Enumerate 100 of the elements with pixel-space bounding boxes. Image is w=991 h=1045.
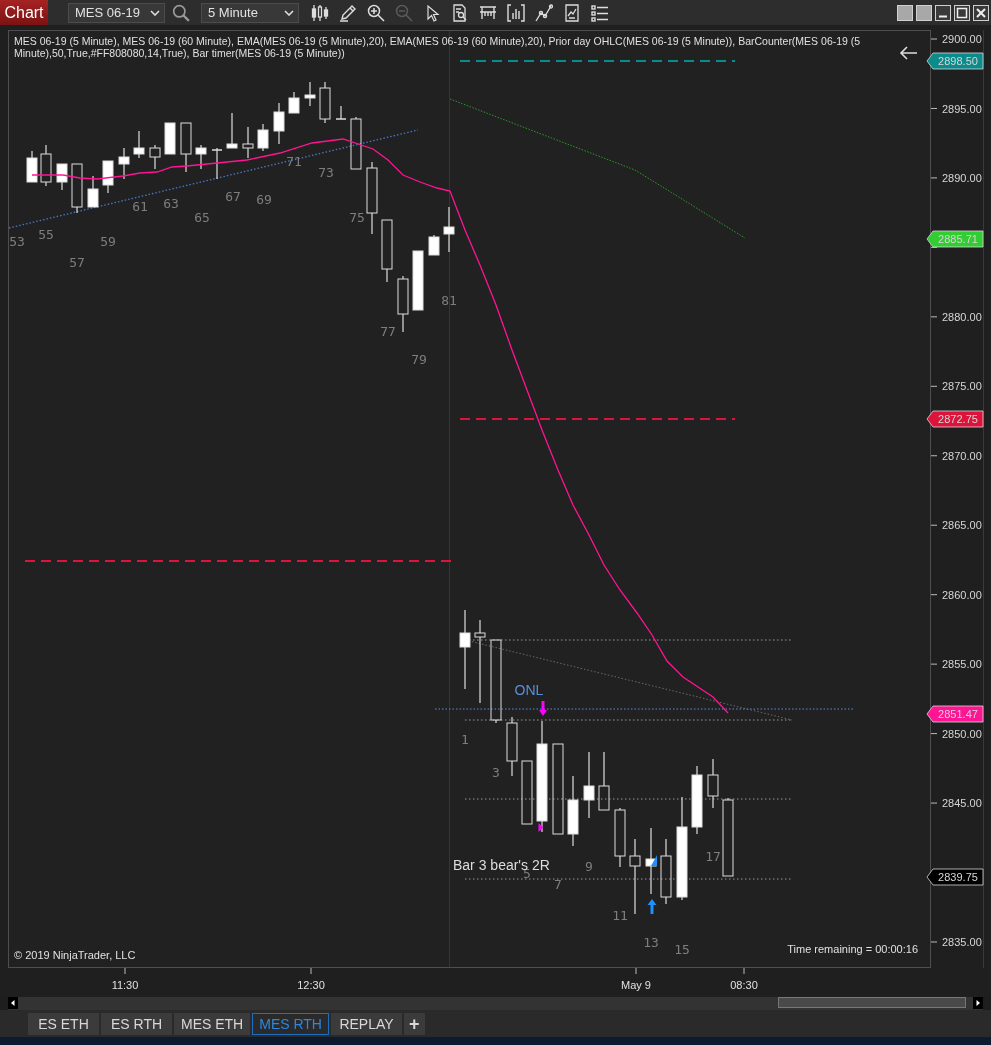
- candlestick: [428, 234, 440, 256]
- scrollbar-thumb[interactable]: [778, 997, 966, 1008]
- candlestick: [87, 175, 99, 208]
- candlestick: [350, 116, 362, 170]
- document-search-icon[interactable]: [451, 3, 469, 22]
- bar-count-label: 75: [349, 210, 365, 225]
- left-arrow-icon[interactable]: [8, 997, 18, 1009]
- time-axis-label: 08:30: [730, 979, 758, 991]
- price-axis-label: 2875.00: [942, 380, 982, 393]
- price-axis-label: 2900.00: [942, 33, 982, 45]
- bar-count-label: 53: [9, 234, 25, 249]
- chart-button[interactable]: Chart: [0, 0, 48, 25]
- price-axis-label: 2850.00: [942, 727, 982, 740]
- bar-count-label: 71: [286, 154, 302, 169]
- square-icon[interactable]: [897, 4, 913, 21]
- candlestick: [691, 765, 703, 835]
- candlestick: [319, 81, 331, 124]
- search-icon[interactable]: [172, 3, 190, 22]
- price-axis-label: 2870.00: [942, 449, 982, 462]
- list-icon[interactable]: [591, 3, 609, 22]
- candlestick: [521, 760, 533, 825]
- candlestick: [26, 150, 38, 183]
- candlestick: [583, 751, 595, 819]
- pencil-icon[interactable]: [339, 3, 357, 22]
- candlestick: [335, 105, 347, 120]
- add-tab-button[interactable]: +: [404, 1012, 425, 1035]
- scrollbar[interactable]: [8, 997, 983, 1010]
- down-arrow-icon: [539, 701, 547, 716]
- bar-count-label: 69: [256, 192, 272, 207]
- candlestick: [567, 775, 579, 847]
- chart-tab[interactable]: MES RTH: [252, 1012, 329, 1035]
- price-axis-label: 2855.00: [942, 658, 982, 671]
- triangle-marker-icon: [651, 855, 657, 866]
- bar-count-label: 13: [643, 935, 659, 950]
- candlestick: [102, 160, 114, 194]
- candlestick: [660, 838, 672, 905]
- candlestick: [164, 122, 176, 155]
- line-chart-icon[interactable]: [535, 3, 553, 22]
- candlestick: [149, 144, 161, 170]
- price-axis-label: 2895.00: [942, 102, 982, 115]
- ruler-lines-icon[interactable]: [479, 3, 497, 22]
- candlestick: [614, 807, 626, 868]
- price-badge-value: 2885.71: [938, 233, 978, 245]
- instrument-dropdown[interactable]: MES 06-19: [68, 2, 165, 23]
- time-remaining-text: Time remaining = 00:00:16: [787, 943, 918, 955]
- bar-count-label: 67: [225, 189, 241, 204]
- candlestick: [397, 275, 409, 333]
- price-axis-label: 2865.00: [942, 519, 982, 532]
- bar-count-label: 3: [492, 765, 500, 780]
- candlestick: [118, 147, 130, 180]
- chart-tab[interactable]: ES RTH: [101, 1012, 172, 1035]
- price-axis-label: 2835.00: [942, 936, 982, 948]
- bar-count-label: 77: [380, 324, 396, 339]
- back-arrow-icon[interactable]: [899, 46, 918, 60]
- candlestick-icon[interactable]: [311, 3, 329, 22]
- close-icon[interactable]: [973, 4, 989, 21]
- indicator-legend: MES 06-19 (5 Minute), MES 06-19 (60 Minute), EMA(MES 06-19 (5 Minute),20), EMA(MES 06-19 (60 Minute),20), Prior day OHLC(MES 06-19 (5 Minute)), BarCounter(MES 06-19 (5 Minute),50,True,#FF808080,14,True), Bar timer(MES 06-19 (5 Minute)): [14, 35, 876, 59]
- candlestick: [226, 112, 238, 149]
- bar-count-label: 11: [612, 908, 628, 923]
- bar-count-label: 81: [441, 293, 457, 308]
- caret-icon: [284, 9, 294, 16]
- minimize-icon[interactable]: [935, 4, 951, 21]
- candlestick: [71, 163, 83, 214]
- bar-count-label: 17: [705, 849, 721, 864]
- triangle-marker-icon: [538, 823, 544, 832]
- candlestick: [288, 91, 300, 114]
- time-axis-label: May 9: [621, 979, 651, 991]
- square-icon[interactable]: [916, 4, 932, 21]
- candlestick: [133, 130, 145, 159]
- bar-count-label: 73: [318, 165, 334, 180]
- right-arrow-icon[interactable]: [973, 997, 983, 1009]
- candlestick: [195, 144, 207, 170]
- candlestick: [56, 163, 68, 191]
- candlestick: [304, 81, 316, 107]
- bar-count-label: 65: [194, 210, 210, 225]
- zoom-in-icon[interactable]: [367, 3, 385, 22]
- caret-icon: [150, 9, 160, 16]
- chart-tab[interactable]: ES ETH: [28, 1012, 99, 1035]
- candlestick: [412, 250, 424, 311]
- bar-count-label: 15: [674, 942, 690, 957]
- chart-tab[interactable]: REPLAY: [331, 1012, 402, 1035]
- candlestick: [257, 123, 269, 152]
- candlestick: [180, 122, 192, 173]
- interval-dropdown[interactable]: 5 Minute: [201, 2, 299, 23]
- candlestick: [242, 126, 254, 159]
- bar-count-label: 79: [411, 352, 427, 367]
- candlestick: [707, 758, 719, 809]
- bar-count-label: 61: [132, 199, 148, 214]
- bar-count-label: 9: [585, 859, 593, 874]
- bar-chart-icon[interactable]: [507, 3, 525, 22]
- report-icon[interactable]: [563, 3, 581, 22]
- chart-tab[interactable]: MES ETH: [174, 1012, 251, 1035]
- candlestick: [381, 219, 393, 283]
- onl-label: ONL: [514, 682, 544, 698]
- candlestick: [598, 751, 610, 811]
- candlestick: [645, 827, 657, 895]
- bar-count-label: 1: [461, 732, 469, 747]
- candlestick: [40, 144, 52, 187]
- time-axis-label: 12:30: [297, 979, 325, 991]
- maximize-icon[interactable]: [954, 4, 970, 21]
